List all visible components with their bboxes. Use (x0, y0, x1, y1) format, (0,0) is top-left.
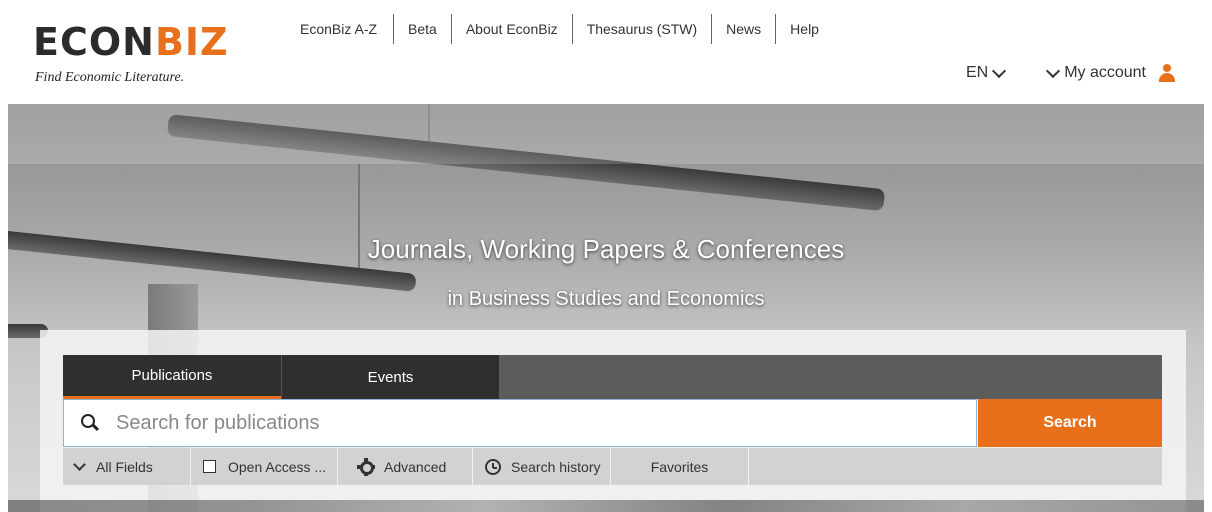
logo-main: ECON (33, 20, 155, 64)
user-icon[interactable] (1158, 64, 1176, 82)
advanced-label: Advanced (384, 458, 447, 475)
chevron-down-icon (992, 63, 1007, 79)
favorites-button[interactable]: Favorites (611, 448, 749, 485)
logo-accent: BIZ (154, 20, 229, 64)
nav-about-econbiz[interactable]: About EconBiz (450, 14, 572, 44)
clock-icon (485, 458, 501, 475)
chevron-down-icon (1046, 63, 1061, 79)
open-access-checkbox[interactable] (203, 460, 216, 473)
account-bar: EN My account (966, 58, 1176, 88)
open-access-label: Open Access ... (228, 458, 327, 475)
field-select-label: All Fields (96, 458, 153, 475)
search-history-label: Search history (511, 458, 601, 475)
favorites-label: Favorites (650, 458, 709, 475)
hero-subtitle: in Business Studies and Economics (447, 288, 765, 310)
search-icon (80, 413, 100, 433)
logo-tagline: Find Economic Literature. (35, 70, 185, 85)
search-box (63, 399, 977, 447)
hero-bottom-strip (8, 500, 1204, 512)
search-history-button[interactable]: Search history (473, 448, 611, 485)
econbiz-logo[interactable]: ECONBIZ Find Economic Literature. (33, 22, 229, 86)
search-row: Search (63, 399, 1162, 447)
language-label: EN (965, 64, 989, 81)
chevron-down-icon (73, 458, 86, 471)
gear-icon (357, 457, 375, 476)
search-tabs: Publications Events (63, 355, 1162, 399)
tab-events[interactable]: Events (281, 355, 499, 399)
language-selector[interactable]: EN (965, 63, 1010, 82)
nav-beta[interactable]: Beta (393, 14, 451, 44)
advanced-search-button[interactable]: Advanced (338, 448, 473, 485)
nav-help[interactable]: Help (775, 14, 833, 44)
search-options-bar: All Fields Open Access ... Advanced Sear… (63, 448, 1162, 485)
search-input[interactable] (114, 410, 976, 436)
my-account-menu[interactable]: My account (1042, 63, 1176, 82)
nav-news[interactable]: News (711, 14, 775, 44)
field-select[interactable]: All Fields (63, 448, 191, 485)
site-header: ECONBIZ Find Economic Literature. EconBi… (0, 0, 1212, 104)
logo-wordmark: ECONBIZ (33, 22, 229, 62)
tab-publications[interactable]: Publications (63, 355, 281, 399)
hero-title: Journals, Working Papers & Conferences (367, 234, 845, 264)
nav-econbiz-a-z[interactable]: EconBiz A-Z (286, 14, 393, 44)
top-navigation: EconBiz A-Z Beta About EconBiz Thesaurus… (286, 14, 833, 44)
open-access-filter[interactable]: Open Access ... (191, 448, 338, 485)
search-button[interactable]: Search (978, 399, 1162, 447)
my-account-label: My account (1064, 64, 1146, 81)
nav-thesaurus[interactable]: Thesaurus (STW) (571, 14, 711, 44)
